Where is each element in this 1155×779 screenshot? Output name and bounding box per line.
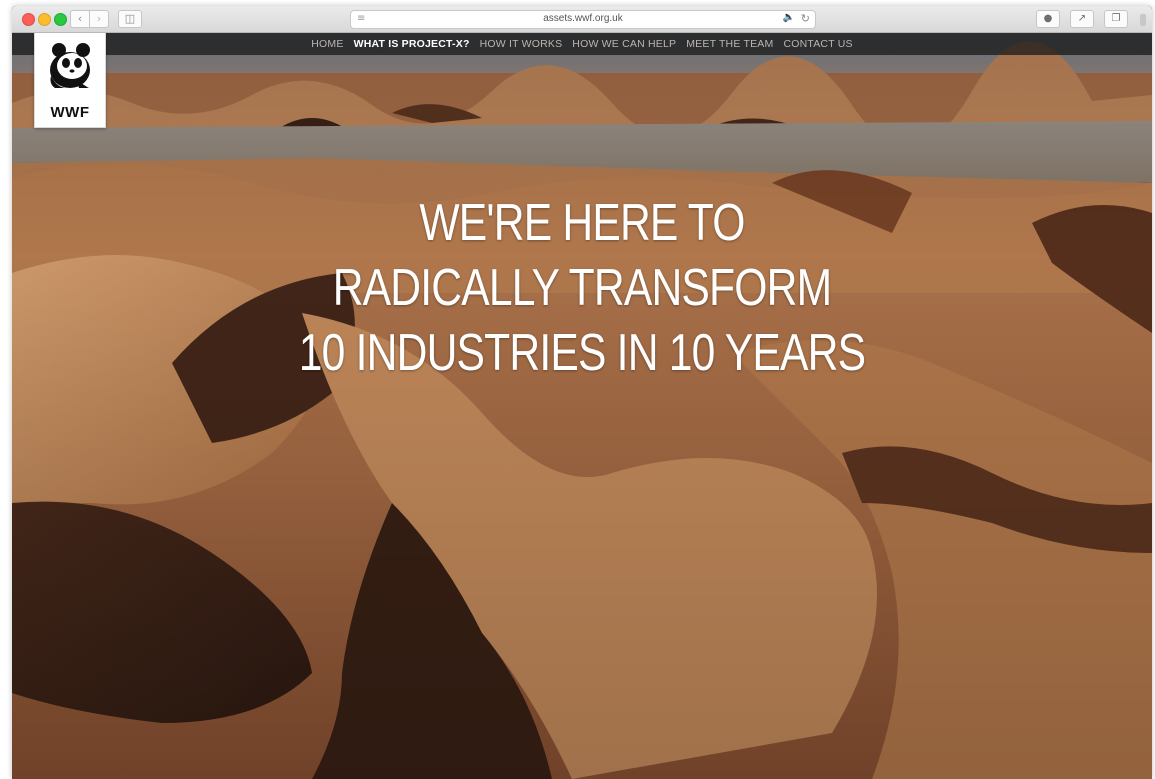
web-page: HOME WHAT IS PROJECT-X? HOW IT WORKS HOW…	[12, 33, 1152, 779]
reload-icon[interactable]: ↻	[801, 12, 810, 25]
back-button[interactable]: ‹	[70, 10, 90, 28]
logo-text: WWF	[50, 104, 90, 121]
panda-icon	[50, 43, 90, 88]
nav-contact-us[interactable]: CONTACT US	[778, 33, 857, 55]
zoom-window-button[interactable]	[54, 13, 67, 26]
nav-how-we-can-help[interactable]: HOW WE CAN HELP	[567, 33, 681, 55]
main-navigation: HOME WHAT IS PROJECT-X? HOW IT WORKS HOW…	[12, 33, 1152, 55]
tabs-button[interactable]: ❐	[1104, 10, 1128, 28]
share-button[interactable]: ↗	[1070, 10, 1094, 28]
sidebar-icon: ◫	[124, 12, 136, 25]
forward-button[interactable]: ›	[89, 10, 109, 28]
extension-button[interactable]: ●	[1036, 10, 1060, 28]
toolbar-handle	[1140, 14, 1146, 26]
url-text: assets.wwf.org.uk	[543, 13, 623, 24]
share-icon: ↗	[1077, 13, 1087, 24]
speaker-icon[interactable]: 🔈	[783, 12, 795, 23]
nav-how-it-works[interactable]: HOW IT WORKS	[475, 33, 568, 55]
minimize-window-button[interactable]	[38, 13, 51, 26]
sidebar-button[interactable]: ◫	[118, 10, 142, 28]
browser-window: ‹ › ◫ ≡ assets.wwf.org.uk 🔈 ↻ ● ↗ ❐ HOME…	[12, 6, 1152, 779]
headline-line-1: WE'RE HERE TO	[419, 194, 745, 252]
tabs-icon: ❐	[1111, 13, 1121, 24]
nav-meet-the-team[interactable]: MEET THE TEAM	[681, 33, 778, 55]
wwf-logo[interactable]: WWF	[34, 33, 106, 128]
headline-line-3: 10 INDUSTRIES IN 10 YEARS	[298, 324, 866, 382]
extension-icon: ●	[1043, 13, 1053, 24]
desert-dunes-image	[12, 33, 1152, 779]
chevron-left-icon: ‹	[77, 12, 83, 25]
address-bar[interactable]: ≡ assets.wwf.org.uk 🔈 ↻	[350, 10, 816, 29]
hero-headline: WE'RE HERE TO RADICALLY TRANSFORM 10 IND…	[115, 191, 1050, 386]
close-window-button[interactable]	[22, 13, 35, 26]
headline-line-2: RADICALLY TRANSFORM	[332, 259, 832, 317]
browser-toolbar: ‹ › ◫ ≡ assets.wwf.org.uk 🔈 ↻ ● ↗ ❐	[12, 6, 1152, 33]
nav-home[interactable]: HOME	[306, 33, 348, 55]
chevron-right-icon: ›	[96, 12, 102, 25]
nav-what-is-project-x[interactable]: WHAT IS PROJECT-X?	[349, 33, 475, 55]
